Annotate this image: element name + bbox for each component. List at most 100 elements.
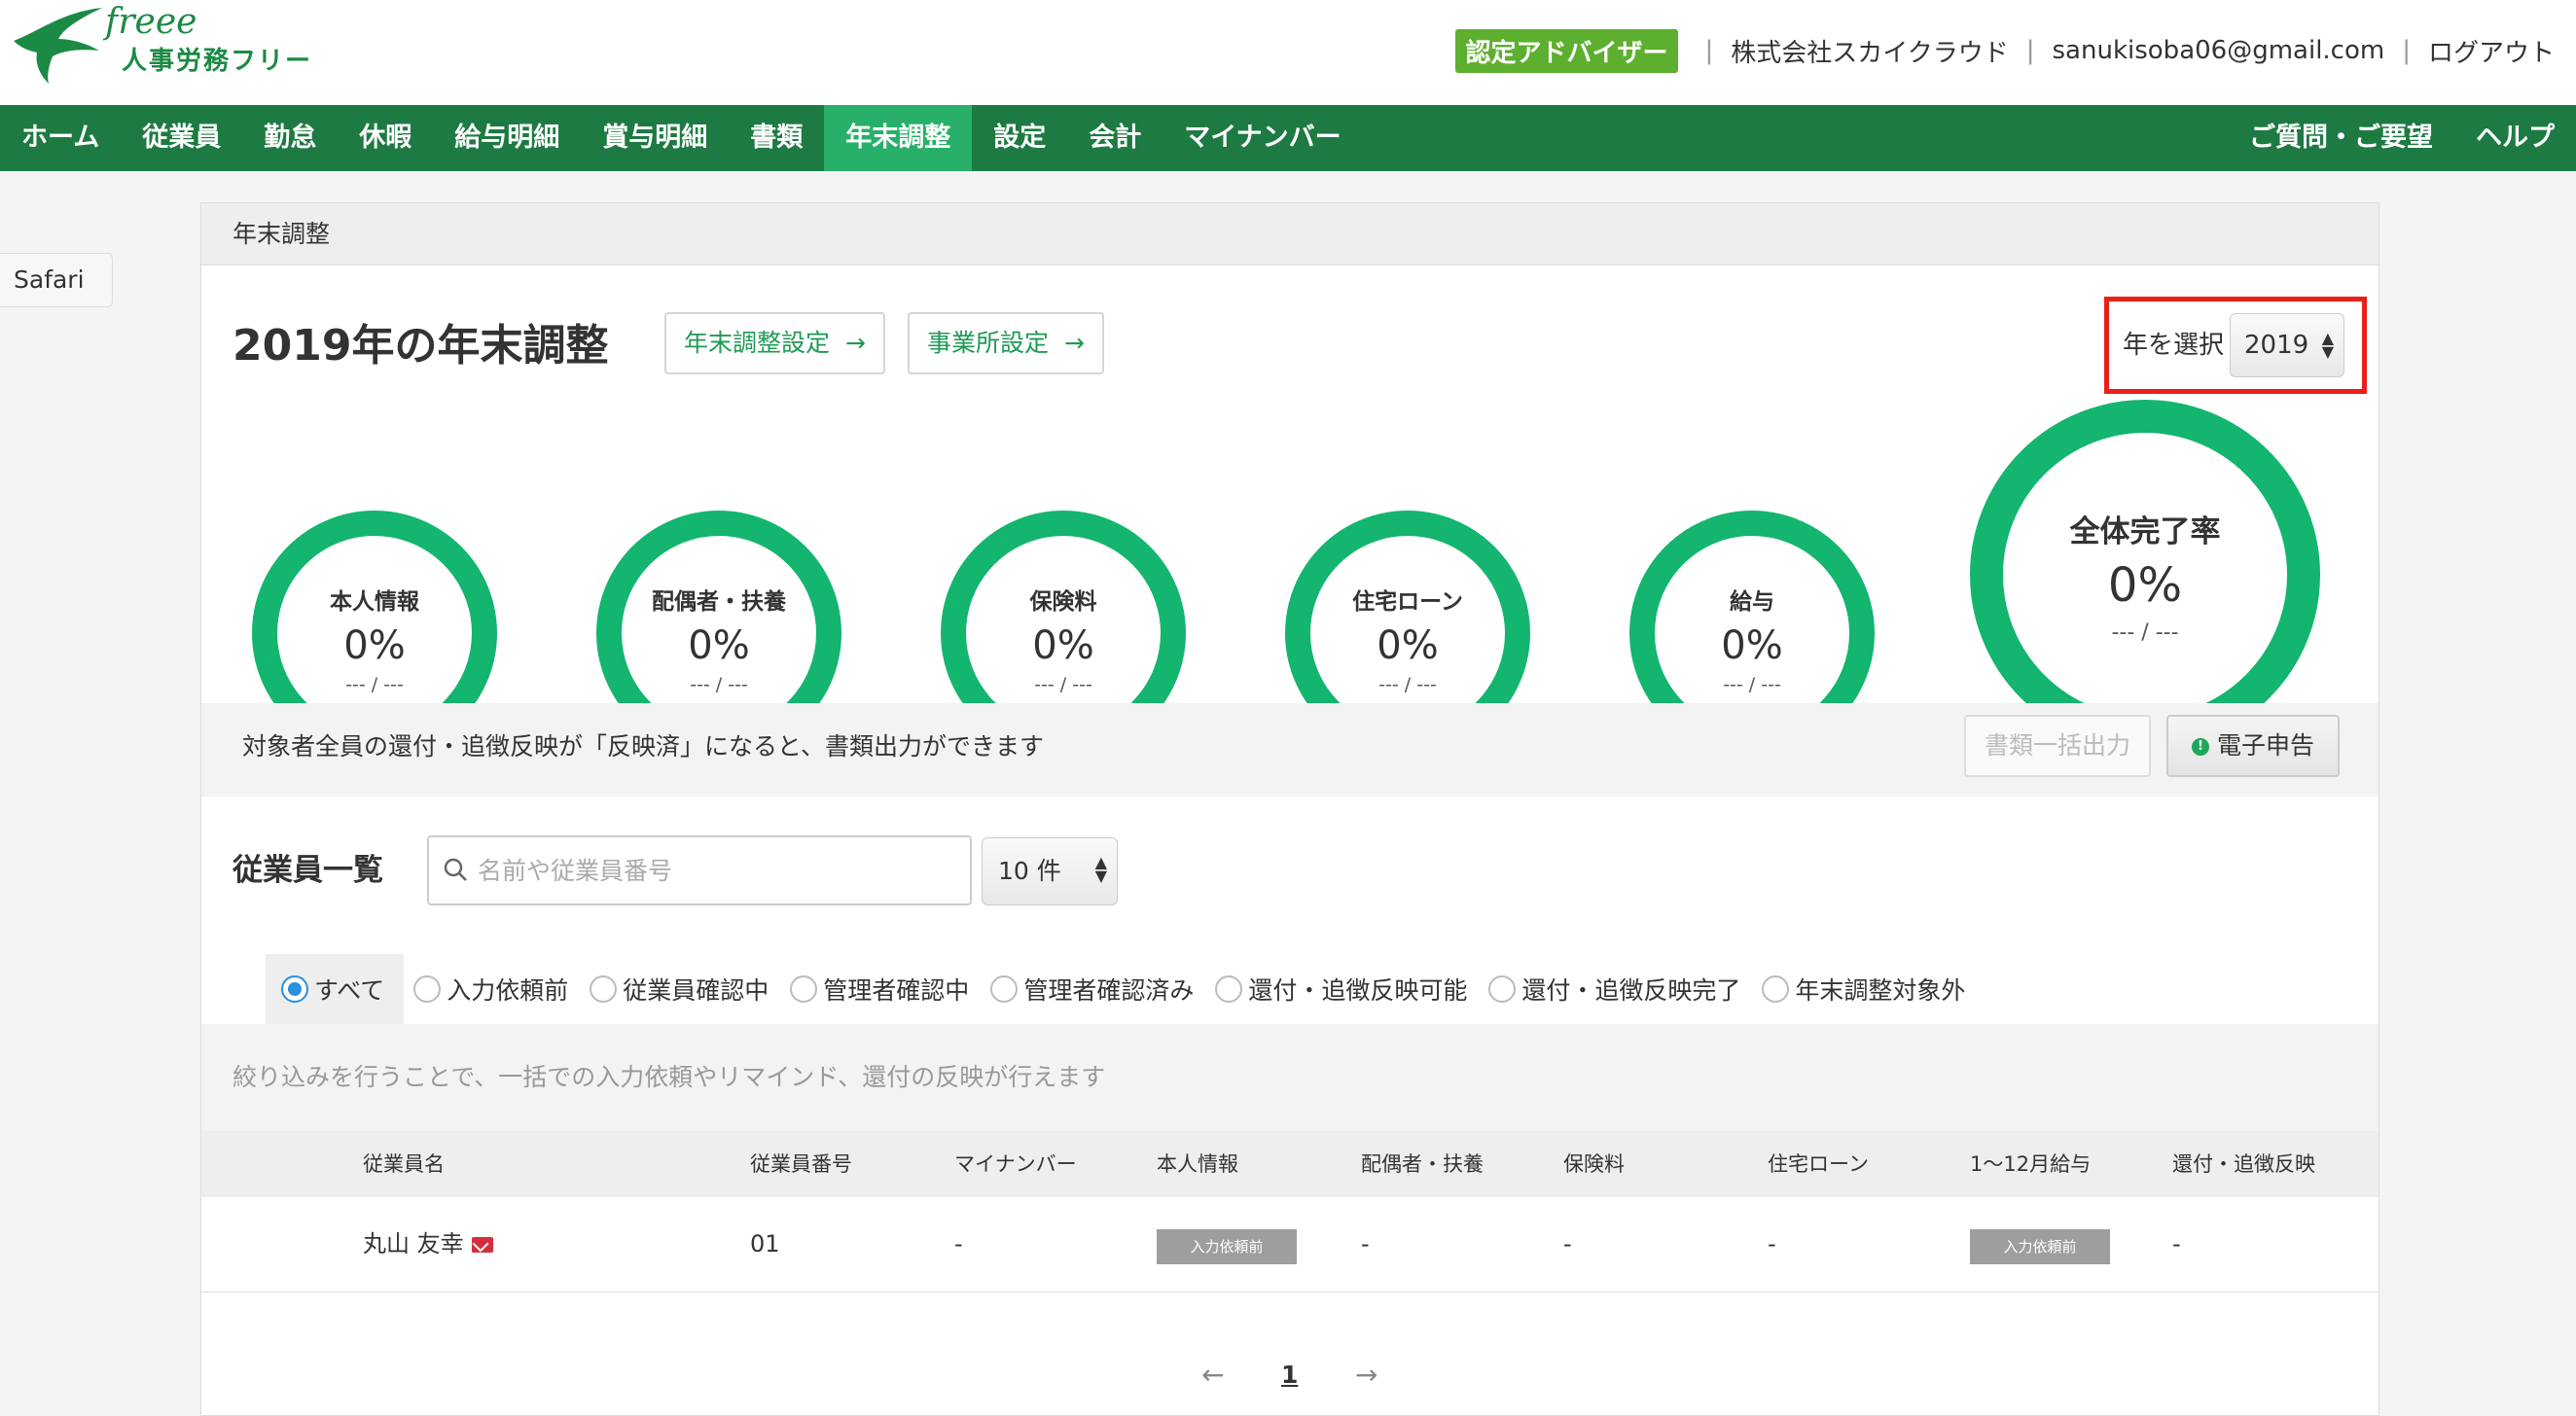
radio[interactable] — [1488, 975, 1517, 1003]
progress-ring-overall: 全体完了率 0% --- / --- — [1970, 400, 2320, 750]
year-select[interactable]: 2019 ▲ ▼ — [2230, 313, 2344, 377]
insurance-value: - — [1563, 1230, 1572, 1257]
nav-feedback[interactable]: ご質問・ご要望 — [2228, 105, 2454, 171]
divider: | — [1704, 36, 1714, 65]
radio[interactable] — [990, 975, 1019, 1003]
employee-list-title: 従業員一覧 — [233, 853, 383, 888]
filter-label: すべて — [314, 976, 385, 1005]
filter-refund-ready[interactable]: 還付・追徴反映可能 — [1215, 972, 1467, 1007]
ring-label: 保険料 — [1029, 589, 1097, 615]
safari-tab[interactable]: Safari — [0, 253, 113, 307]
page-title: 2019年の年末調整 — [233, 321, 609, 371]
col-employee-number[interactable]: 従業員番号 — [750, 1131, 852, 1197]
nav-documents[interactable]: 書類 — [729, 105, 824, 171]
ring-percent: 0% — [2107, 558, 2183, 613]
nav-employees[interactable]: 従業員 — [121, 105, 242, 171]
radio[interactable] — [413, 975, 442, 1003]
year-selector-highlight: 年を選択 2019 ▲ ▼ — [2104, 297, 2367, 394]
nav-help[interactable]: ヘルプ — [2454, 105, 2576, 171]
nav-payslips[interactable]: 給与明細 — [433, 105, 581, 171]
filter-label: 還付・追徴反映完了 — [1521, 976, 1741, 1005]
logout-link[interactable]: ログアウト — [2428, 33, 2555, 69]
filter-all[interactable]: すべて — [266, 954, 405, 1024]
ring-label: 全体完了率 — [2069, 514, 2221, 549]
ring-count: --- / --- — [1378, 674, 1437, 695]
nav-home[interactable]: ホーム — [0, 105, 121, 171]
refund-value: - — [2172, 1230, 2181, 1257]
swallow-icon — [14, 8, 102, 84]
filter-refund-done[interactable]: 還付・追徴反映完了 — [1488, 972, 1740, 1007]
filter-before-request[interactable]: 入力依頼前 — [413, 972, 568, 1007]
output-notice-text: 対象者全員の還付・追徴反映が「反映済」になると、書類出力ができます — [242, 732, 1045, 761]
status-filter-group: すべて 入力依頼前 従業員確認中 管理者確認中 管理者確認済み 還付・追徴反映可… — [266, 954, 1986, 1024]
ring-label: 本人情報 — [330, 589, 419, 615]
status-badge: 入力依頼前 — [1157, 1229, 1297, 1264]
filter-admin-reviewed[interactable]: 管理者確認済み — [990, 972, 1194, 1007]
office-settings-button[interactable]: 事業所設定 → — [908, 312, 1104, 374]
employee-search-box[interactable] — [427, 835, 972, 905]
breadcrumb: 年末調整 — [201, 203, 2379, 266]
radio[interactable] — [790, 975, 818, 1003]
nav-year-end-adjustment[interactable]: 年末調整 — [824, 105, 973, 171]
ring-count: --- / --- — [1034, 674, 1092, 695]
year-end-settings-button[interactable]: 年末調整設定 → — [664, 312, 885, 374]
radio[interactable] — [1762, 975, 1790, 1003]
year-end-panel: 年末調整 2019年の年末調整 年末調整設定 → 事業所設定 → 年を選択 2019… — [200, 202, 2379, 1416]
my-number-value: - — [954, 1230, 963, 1257]
year-select-value: 2019 — [2244, 331, 2309, 360]
col-insurance: 保険料 — [1563, 1152, 1625, 1176]
ring-percent: 0% — [688, 623, 750, 668]
ring-percent: 0% — [343, 623, 406, 668]
ring-percent: 0% — [1721, 623, 1783, 668]
housing-loan-value: - — [1768, 1230, 1776, 1257]
info-icon: ! — [2191, 738, 2209, 756]
filter-employee-reviewing[interactable]: 従業員確認中 — [590, 972, 769, 1007]
user-email[interactable]: sanukisoba06@gmail.com — [2053, 36, 2385, 65]
freee-logo[interactable]: freee 人事労務フリー — [10, 2, 331, 99]
divider: | — [2402, 36, 2411, 65]
radio[interactable] — [590, 975, 618, 1003]
col-employee-name[interactable]: 従業員名 — [363, 1131, 445, 1197]
nav-settings[interactable]: 設定 — [972, 105, 1067, 171]
prev-page-button[interactable]: ← — [1201, 1351, 1224, 1399]
ring-count: --- / --- — [690, 674, 748, 695]
filter-label: 入力依頼前 — [447, 976, 569, 1005]
employee-name-cell[interactable]: 丸山 友幸 — [363, 1197, 493, 1291]
arrow-right-icon: → — [845, 329, 866, 357]
filter-admin-reviewing[interactable]: 管理者確認中 — [790, 972, 969, 1007]
company-name[interactable]: 株式会社スカイクラウド — [1731, 33, 2008, 69]
e-filing-button[interactable]: ! 電子申告 — [2166, 715, 2340, 777]
radio[interactable] — [1215, 975, 1243, 1003]
nav-attendance[interactable]: 勤怠 — [242, 105, 338, 171]
filter-label: 還付・追徴反映可能 — [1248, 976, 1468, 1005]
filter-excluded[interactable]: 年末調整対象外 — [1762, 972, 1965, 1007]
per-page-value: 10 件 — [998, 857, 1061, 885]
ring-percent: 0% — [1377, 623, 1439, 668]
employee-search-input[interactable] — [478, 837, 964, 903]
bulk-document-output-button[interactable]: 書類一括出力 — [1964, 715, 2151, 777]
ring-label: 配偶者・扶養 — [652, 589, 786, 615]
ring-count: --- / --- — [2111, 620, 2179, 645]
nav-bonus-slips[interactable]: 賞与明細 — [581, 105, 729, 171]
ring-count: --- / --- — [1723, 674, 1781, 695]
filter-label: 管理者確認中 — [823, 976, 970, 1005]
e-filing-label: 電子申告 — [2216, 731, 2314, 760]
filter-label: 年末調整対象外 — [1795, 976, 1966, 1005]
output-notice-bar: 対象者全員の還付・追徴反映が「反映済」になると、書類出力ができます 書類一括出力… — [201, 703, 2379, 796]
radio-checked[interactable] — [281, 975, 308, 1003]
page-number[interactable]: 1 — [1281, 1351, 1298, 1399]
pagination: ← 1 → — [201, 1351, 2379, 1399]
table-row[interactable]: 丸山 友幸 01 - 入力依頼前 - - - 入力依頼前 - — [201, 1197, 2379, 1292]
status-badge: 入力依頼前 — [1970, 1229, 2110, 1264]
logo-product-name: 人事労務フリー — [122, 47, 313, 76]
nav-leave[interactable]: 休暇 — [338, 105, 433, 171]
per-page-select[interactable]: 10 件 ▲ ▼ — [982, 837, 1118, 905]
next-page-button[interactable]: → — [1355, 1351, 1377, 1399]
table-header: 従業員名 従業員番号 マイナンバー 本人情報 配偶者・扶養 保険料 住宅ローン … — [201, 1131, 2379, 1197]
filter-hint-text: 絞り込みを行うことで、一括での入力依頼やリマインド、還付の反映が行えます — [233, 1063, 1106, 1091]
employee-name[interactable]: 丸山 友幸 — [363, 1230, 464, 1257]
nav-accounting[interactable]: 会計 — [1067, 105, 1163, 171]
ring-label: 給与 — [1730, 589, 1774, 615]
year-select-label: 年を選択 — [2123, 331, 2225, 360]
nav-my-number[interactable]: マイナンバー — [1163, 105, 1362, 171]
